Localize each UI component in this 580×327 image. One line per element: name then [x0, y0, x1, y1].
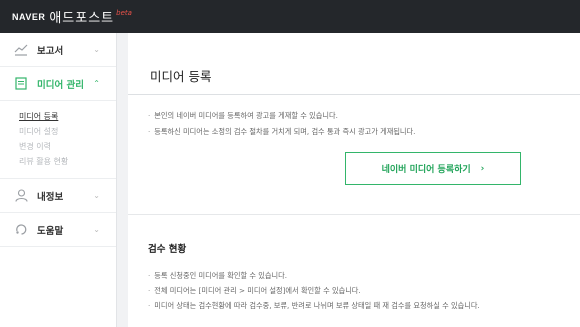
divider [128, 94, 580, 95]
sidebar-item-help[interactable]: 도움말 ⌄ [0, 213, 116, 247]
register-media-button-label: 네이버 미디어 등록하기 [381, 165, 471, 175]
register-media-button[interactable]: 네이버 미디어 등록하기 › [345, 152, 521, 185]
help-icon [14, 223, 28, 237]
review-note: 등록 신청중인 미디어를 확인할 수 있습니다. [148, 271, 287, 281]
sidebar-item-report[interactable]: 보고서 ⌄ [0, 33, 116, 67]
sidebar-item-label: 도움말 [37, 225, 64, 237]
review-note: 미디어 상태는 검수현황에 따라 검수중, 보류, 반려로 나뉘며 보류 상태일… [148, 301, 479, 311]
sidebar-item-my-info[interactable]: 내정보 ⌄ [0, 179, 116, 213]
sidebar: 보고서 ⌄ 미디어 관리 ⌃ 미디어 등록 미디어 설정 변경 이력 리뷰 활용… [0, 33, 117, 327]
page-title: 미디어 등록 [150, 69, 212, 84]
app-title[interactable]: 애드포스트 [49, 7, 114, 26]
submenu-media-register[interactable]: 미디어 등록 [19, 109, 116, 124]
review-note: 전체 미디어는 [미디어 관리 > 미디어 설정]에서 확인할 수 있습니다. [148, 286, 360, 296]
sidebar-item-label: 보고서 [37, 45, 64, 57]
info-note: 등록하신 미디어는 소정의 검수 절차를 거치게 되며, 검수 통과 즉시 광고… [148, 127, 415, 137]
submenu-media-settings[interactable]: 미디어 설정 [19, 124, 116, 139]
chart-line-icon [14, 43, 28, 57]
sidebar-item-label: 미디어 관리 [37, 79, 85, 91]
document-icon [14, 77, 28, 91]
main-content: 미디어 등록 본인의 네이버 미디어를 등록하여 광고를 게재할 수 있습니다.… [128, 33, 580, 327]
submenu-review-status[interactable]: 리뷰 활용 현황 [19, 154, 116, 169]
top-bar: NAVER 애드포스트 beta [0, 0, 580, 33]
sidebar-item-media-management[interactable]: 미디어 관리 ⌃ [0, 67, 116, 101]
sidebar-item-label: 내정보 [37, 191, 64, 203]
media-submenu: 미디어 등록 미디어 설정 변경 이력 리뷰 활용 현황 [0, 101, 116, 179]
info-note: 본인의 네이버 미디어를 등록하여 광고를 게재할 수 있습니다. [148, 111, 338, 121]
chevron-down-icon: ⌄ [93, 225, 100, 234]
chevron-down-icon: ⌄ [93, 45, 100, 54]
beta-badge: beta [116, 8, 132, 17]
person-icon [14, 189, 28, 203]
chevron-right-icon: › [480, 163, 485, 174]
review-section-title: 검수 현황 [148, 244, 187, 255]
chevron-up-icon: ⌃ [93, 79, 100, 88]
chevron-down-icon: ⌄ [93, 191, 100, 200]
submenu-change-history[interactable]: 변경 이력 [19, 139, 116, 154]
naver-logo[interactable]: NAVER [12, 12, 45, 22]
divider [128, 214, 580, 215]
